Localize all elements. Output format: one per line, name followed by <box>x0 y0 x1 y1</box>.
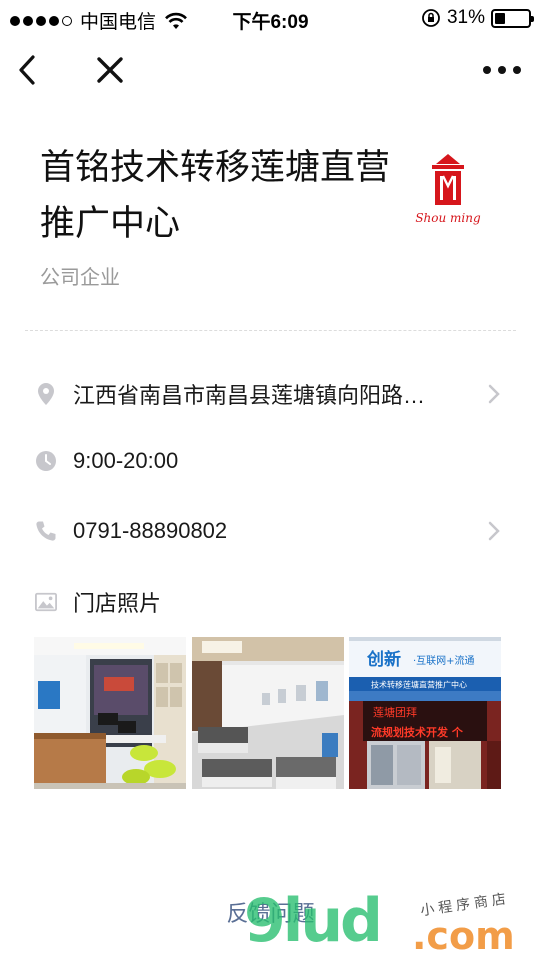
logo-text: Shou ming <box>415 211 481 225</box>
rotation-lock-icon <box>422 9 440 27</box>
feedback-link[interactable]: 反馈问题 <box>0 896 541 928</box>
battery-icon <box>491 8 534 28</box>
store-name: 首铭技术转移莲塘直营 推广中心 <box>40 140 400 252</box>
battery-percent: 31% <box>446 7 485 28</box>
led-line1: 莲塘团拜 <box>373 705 417 719</box>
store-photo-3[interactable]: 创新 ·互联网+流通 技术转移莲塘直营推广中心 莲塘团拜 流规划技术开发 个 <box>349 637 501 789</box>
store-logo: Shou ming <box>412 150 484 232</box>
close-icon <box>97 57 123 83</box>
phone-row[interactable]: 0791-88890802 <box>0 506 541 556</box>
location-pin-icon <box>35 383 57 405</box>
address-text: 江西省南昌市南昌县莲塘镇向阳路… <box>73 383 426 408</box>
more-button[interactable] <box>477 50 527 90</box>
store-photos: 创新 ·互联网+流通 技术转移莲塘直营推广中心 莲塘团拜 流规划技术开发 个 <box>34 637 504 789</box>
store-category: 公司企业 <box>40 267 120 289</box>
address-row[interactable]: 江西省南昌市南昌县莲塘镇向阳路… <box>0 369 541 419</box>
store-name-line2: 推广中心 <box>40 204 181 243</box>
hours-text: 9:00-20:00 <box>73 448 179 473</box>
image-icon <box>35 591 57 613</box>
chevron-right-icon <box>488 384 500 404</box>
store-name-line1: 首铭技术转移莲塘直营 <box>40 148 391 187</box>
status-right: 31% <box>421 7 534 29</box>
store-photo-1[interactable] <box>34 637 186 789</box>
close-button[interactable] <box>90 50 130 90</box>
sign-banner-text: 技术转移莲塘直营推广中心 <box>371 680 467 690</box>
navigation-bar <box>0 36 541 106</box>
phone-text: 0791-88890802 <box>73 518 228 543</box>
sign-top-sub: ·互联网+流通 <box>413 654 475 667</box>
chevron-right-icon <box>488 521 500 541</box>
phone-icon <box>35 520 57 542</box>
back-button[interactable] <box>8 50 48 90</box>
led-line2: 流规划技术开发 个 <box>371 725 464 739</box>
more-dots-icon <box>483 66 521 74</box>
store-photo-2[interactable] <box>192 637 344 789</box>
clock-icon <box>35 450 57 472</box>
photos-row: 门店照片 <box>0 577 541 627</box>
header-divider <box>25 330 516 331</box>
status-bar: 中国电信 下午6:09 31% <box>0 0 541 36</box>
back-arrow-icon <box>19 55 35 85</box>
photos-label: 门店照片 <box>73 591 162 616</box>
sign-top-text: 创新 <box>366 649 401 670</box>
hours-row: 9:00-20:00 <box>0 436 541 486</box>
